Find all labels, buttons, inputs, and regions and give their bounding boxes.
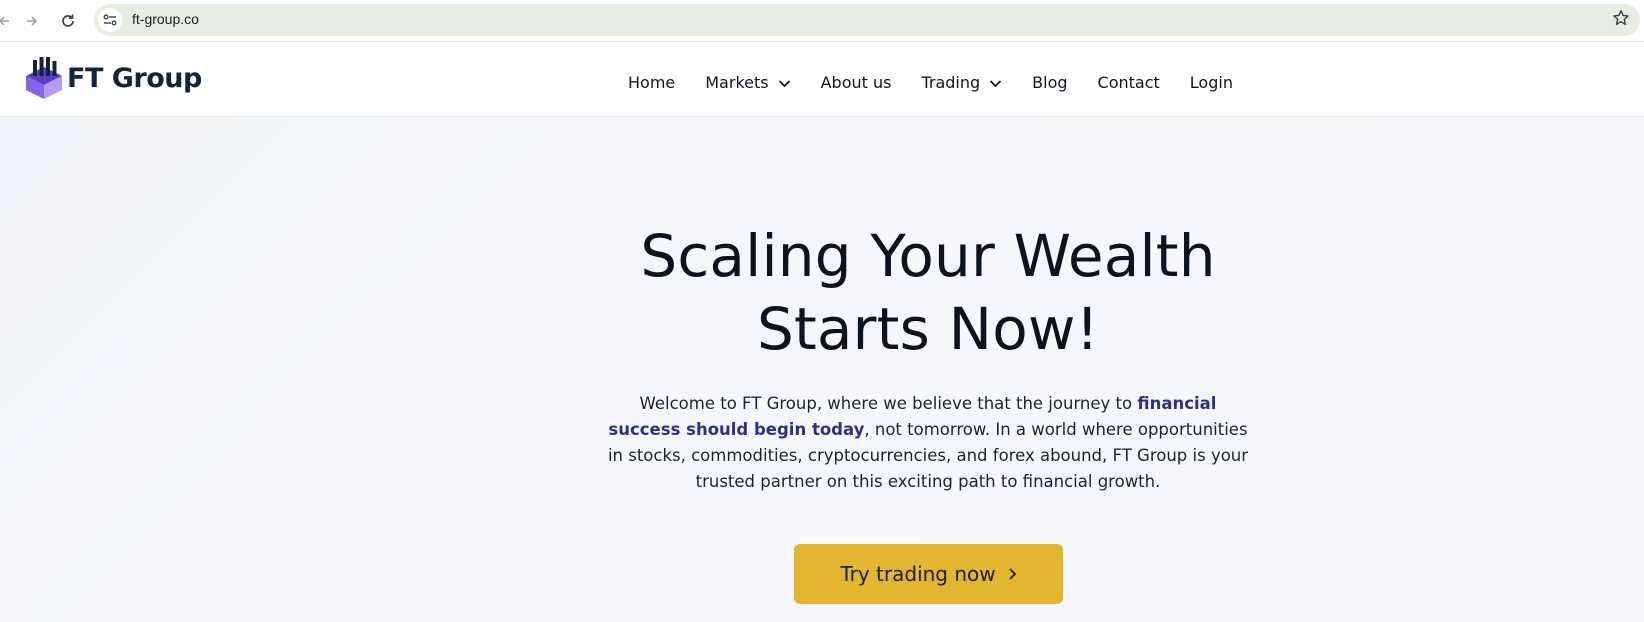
hero-description: Welcome to FT Group, where we believe th… [604,391,1252,495]
nav-home-label: Home [628,72,676,92]
nav-markets[interactable]: Markets [705,73,790,92]
chevron-down-icon [989,73,1002,92]
browser-toolbar: ft-group.co [0,0,1644,42]
nav-blog-label: Blog [1032,72,1068,92]
logo-text: FT Group [67,62,202,94]
nav-markets-label: Markets [705,72,769,92]
main-navigation: Home Markets About us Trading Blog Conta… [628,67,1233,97]
site-info-icon[interactable] [98,8,122,32]
nav-trading-label: Trading [921,72,981,92]
url-text[interactable]: ft-group.co [132,11,199,27]
bookmark-star-icon[interactable] [1612,9,1630,33]
site-header: FT Group Home Markets About us Trading B… [0,43,1644,117]
hero-title-line-2: Starts Now! [756,295,1100,363]
nav-blog[interactable]: Blog [1032,73,1067,92]
hero-title: Scaling Your Wealth Starts Now! [528,220,1328,366]
logo[interactable]: FT Group [24,56,202,100]
hero-title-line-1: Scaling Your Wealth [640,222,1216,290]
chevron-down-icon [778,73,791,92]
reload-icon[interactable] [56,9,80,33]
hero-section: Scaling Your Wealth Starts Now! Welcome … [0,117,1644,622]
try-trading-now-button[interactable]: Try trading now [794,544,1063,604]
nav-trading[interactable]: Trading [921,73,1002,92]
nav-contact[interactable]: Contact [1098,73,1160,92]
forward-arrow-icon[interactable] [20,9,44,33]
back-arrow-icon[interactable] [0,9,16,33]
nav-login[interactable]: Login [1190,73,1233,92]
nav-home[interactable]: Home [628,73,675,92]
address-bar[interactable]: ft-group.co [94,4,1640,36]
nav-about-us[interactable]: About us [821,73,892,92]
nav-about-label: About us [820,72,892,92]
nav-contact-label: Contact [1097,72,1160,92]
cta-label: Try trading now [840,562,996,586]
nav-login-label: Login [1189,72,1233,92]
chevron-right-icon [1008,562,1017,586]
cube-logo-icon [26,57,62,99]
hero-text-intro: Welcome to FT Group, where we believe th… [639,394,1138,413]
